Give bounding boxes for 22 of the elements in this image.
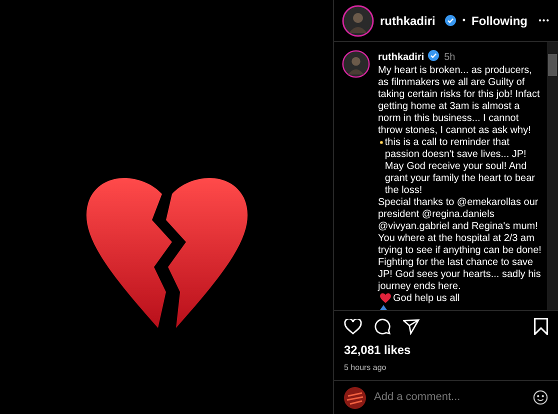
comment-field[interactable]: Add a comment... — [374, 389, 525, 406]
caption-text: this is a call to reminder that passion doesn't save lives... JP! May God receive your soul! And grant your family the heart to bear the loss! — [384, 137, 536, 197]
caption-time: 5h — [444, 52, 456, 63]
following-button[interactable]: Following — [472, 12, 528, 30]
user-avatar-icon — [344, 386, 366, 408]
caption-text: My heart is broken... as producers, as filmmakers we all are Guilty of taking certain risks for this job! Infact getting home at 3am is almost a norm in this business... I cannot throw stones, I cannot as ask why! — [378, 65, 541, 137]
send-icon[interactable] — [403, 318, 420, 334]
likes-count[interactable]: 32,081 likes — [344, 341, 548, 359]
caption-text: God help us all — [393, 293, 460, 305]
comment-icon[interactable] — [374, 318, 391, 335]
post-time: 5 hours ago — [344, 362, 388, 374]
smiley-icon[interactable] — [533, 390, 548, 405]
separator-dot: • — [462, 14, 466, 27]
more-options-button[interactable]: ••• — [538, 14, 550, 26]
caption-text: Special thanks to @emekarollas our president @regina.daniels @vivyan.gabriel and Regina's mum! You where at the hospital at 2/3 am trying to see if anything can be done! Fighting for the last chance to save JP! God sees your hearts... sadly his journey ends here. — [378, 197, 542, 293]
avatar-icon[interactable] — [342, 50, 370, 78]
bookmark-icon[interactable] — [534, 318, 548, 335]
username-link[interactable]: ruthkadiri — [380, 12, 436, 30]
caption-username[interactable]: ruthkadiri — [378, 52, 424, 63]
heart-icon[interactable] — [344, 318, 362, 334]
scrollbar[interactable] — [547, 42, 558, 310]
avatar-icon[interactable] — [342, 4, 374, 36]
